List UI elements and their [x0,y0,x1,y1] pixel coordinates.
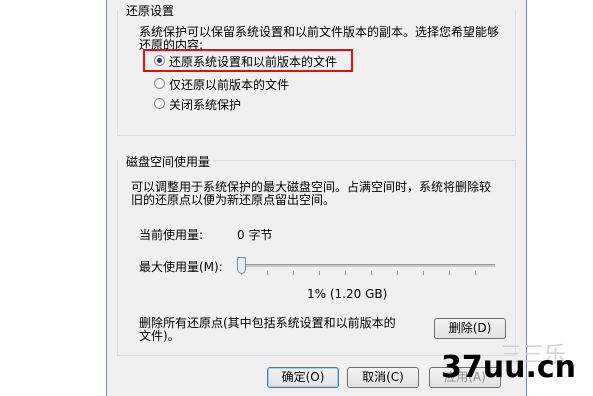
restore-group-border-right [515,10,516,135]
current-usage-value: 0 字节 [237,228,273,242]
option-label-turn-off-protection[interactable]: 关闭系统保护 [169,96,241,113]
system-protection-dialog: 还原设置 系统保护可以保留系统设置和以前文件版本的副本。选择您希望能够 还原的内… [106,0,527,396]
disk-description-line2: 旧的还原点以便为新还原点留出空间。 [131,193,336,207]
slider-thumb[interactable] [237,257,246,274]
slider-tick [293,271,294,275]
slider-tick [267,271,268,275]
slider-tick [397,271,398,275]
radio-restore-files-only[interactable] [154,78,165,89]
max-usage-label: 最大使用量(M): [139,260,223,274]
slider-tick [345,271,346,275]
slider-tick [371,271,372,275]
slider-value-text: 1% (1.20 GB) [307,287,388,301]
delete-button[interactable]: 删除(D) [434,318,506,339]
disk-group-border-top [205,160,515,161]
current-usage-label: 当前使用量: [139,228,204,242]
restore-group-border-bottom [117,135,515,136]
slider-tick [475,271,476,275]
slider-track[interactable] [238,264,495,267]
disk-space-legend: 磁盘空间使用量 [123,153,214,170]
delete-description-line2: 文件)。 [139,329,180,343]
slider-tick [319,271,320,275]
option-label-restore-files-only[interactable]: 仅还原以前版本的文件 [169,76,289,93]
disk-group-border-left [117,160,118,355]
option-label-restore-system-and-files[interactable]: 还原系统设置和以前版本的文件 [169,53,337,70]
restore-group-border-left [117,10,118,135]
slider-tick [423,271,424,275]
restore-settings-legend: 还原设置 [123,2,178,19]
disk-group-border-right [515,160,516,355]
site-watermark: 37uu.cn [441,350,576,385]
slider-tick [449,271,450,275]
ok-button[interactable]: 确定(O) [267,367,339,388]
radio-restore-system-and-files[interactable] [154,55,165,66]
cancel-button[interactable]: 取消(C) [347,367,419,388]
background-left [0,0,106,396]
radio-turn-off-protection[interactable] [154,98,165,109]
